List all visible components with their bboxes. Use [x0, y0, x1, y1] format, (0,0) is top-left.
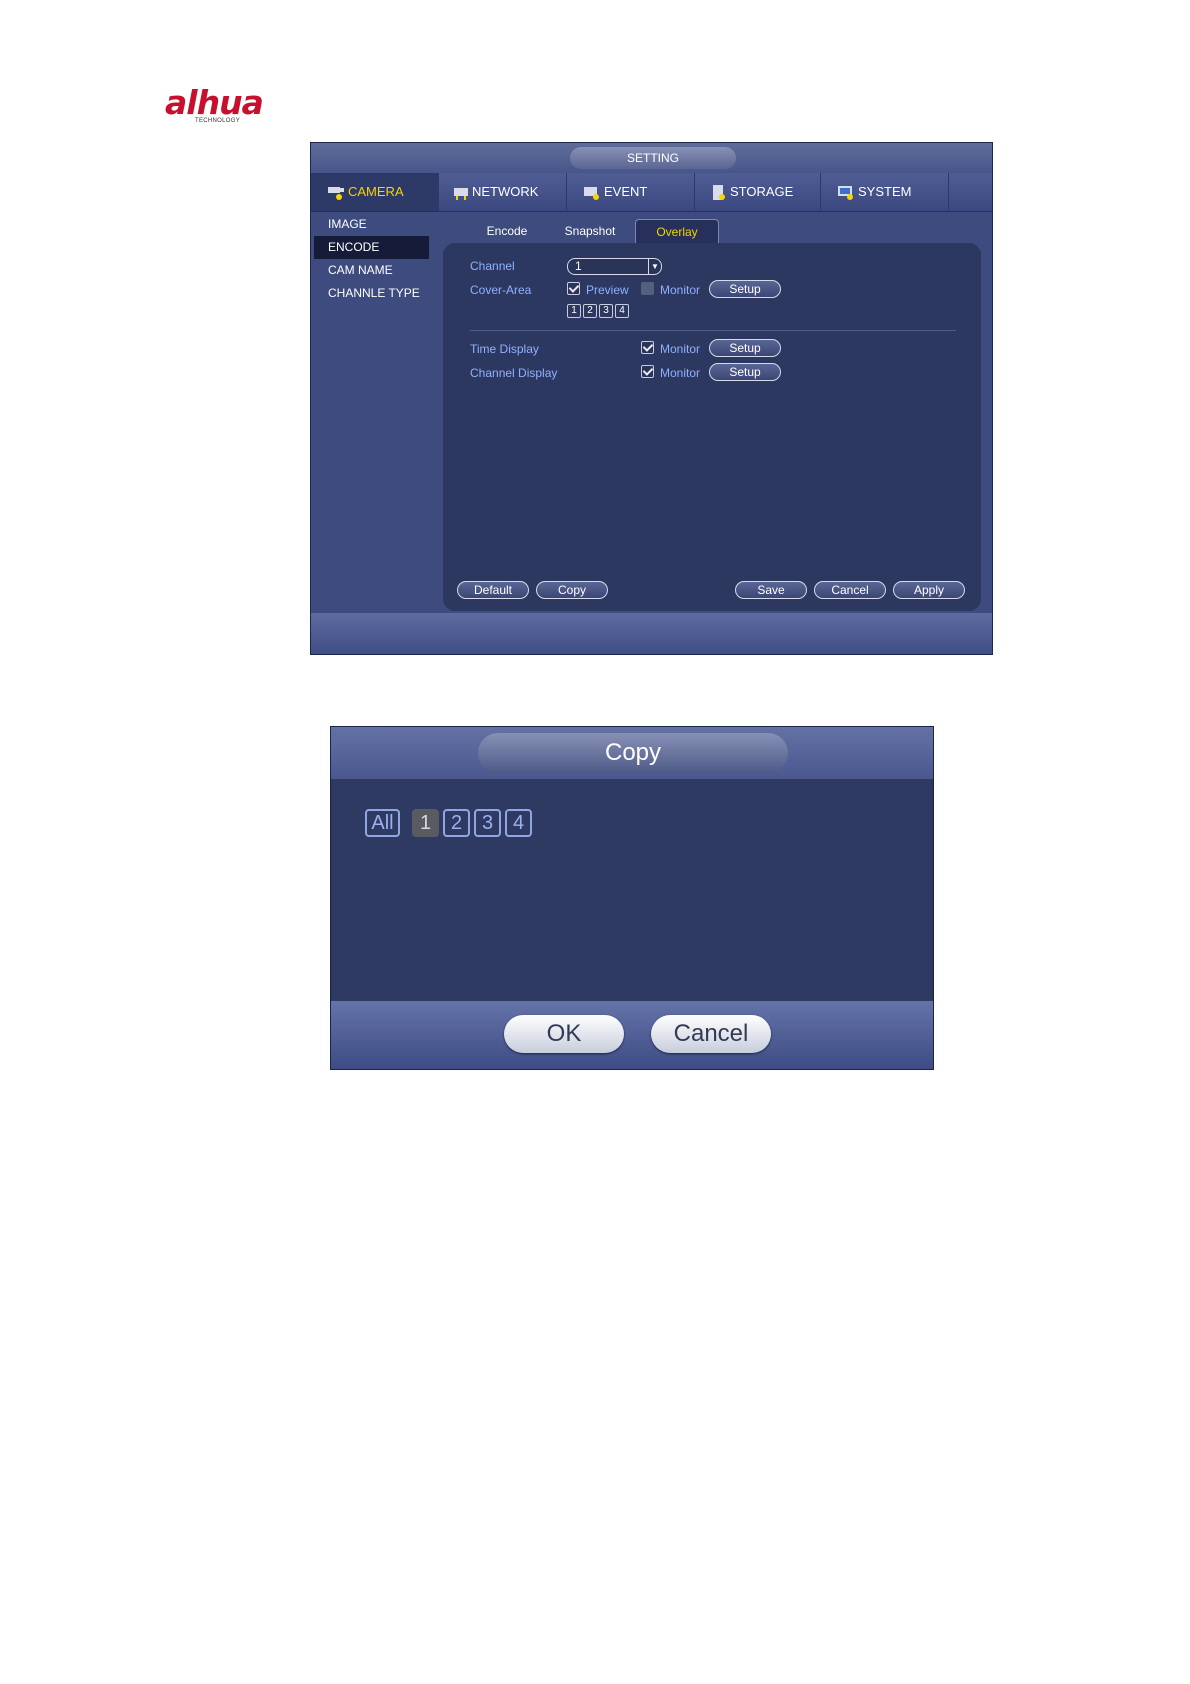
tab-storage[interactable]: STORAGE [695, 173, 821, 211]
channel-display-monitor-checkbox[interactable] [641, 365, 654, 378]
chevron-down-icon: ▼ [648, 259, 661, 274]
dialog-footer [331, 1001, 933, 1069]
channel-display-monitor-label: Monitor [660, 366, 701, 380]
tab-storage-label: STORAGE [730, 184, 794, 199]
divider [470, 330, 956, 331]
cover-area-label: Cover-Area [470, 283, 532, 297]
tab-camera-label: CAMERA [348, 184, 404, 199]
tab-camera[interactable]: CAMERA [311, 173, 439, 211]
channel-display-label: Channel Display [470, 366, 558, 380]
channel-box-1[interactable]: 1 [567, 304, 581, 318]
tab-system[interactable]: SYSTEM [821, 173, 949, 211]
preview-label: Preview [586, 283, 629, 297]
cover-monitor-checkbox[interactable] [641, 282, 654, 295]
channel-value: 1 [575, 259, 582, 273]
cancel-button[interactable]: Cancel [814, 581, 886, 599]
content-panel [443, 243, 981, 611]
time-display-label: Time Display [470, 342, 539, 356]
tab-snapshot[interactable]: Snapshot [547, 219, 633, 243]
apply-button[interactable]: Apply [893, 581, 965, 599]
system-icon [838, 185, 853, 200]
dialog-title: Copy [478, 733, 788, 773]
all-channels-checkbox[interactable]: All [365, 809, 400, 837]
title-bar: SETTING [311, 143, 992, 173]
copy-channel-4[interactable]: 4 [505, 809, 532, 837]
channel-select[interactable]: 1 ▼ [567, 258, 662, 275]
sidebar-item-image[interactable]: IMAGE [314, 213, 429, 236]
dialog-title-bar: Copy [331, 727, 933, 779]
time-display-setup-button[interactable]: Setup [709, 339, 781, 357]
cover-area-setup-button[interactable]: Setup [709, 280, 781, 298]
storage-icon [713, 184, 725, 200]
channel-label: Channel [470, 259, 515, 273]
logo-text: alhua [165, 83, 264, 122]
camera-icon [328, 186, 344, 200]
default-button[interactable]: Default [457, 581, 529, 599]
time-display-monitor-checkbox[interactable] [641, 341, 654, 354]
tab-encode[interactable]: Encode [471, 219, 543, 243]
window-title: SETTING [570, 147, 736, 169]
cover-monitor-label: Monitor [660, 283, 701, 297]
copy-channel-3[interactable]: 3 [474, 809, 501, 837]
main-nav: CAMERA NETWORK EVENT STORAGE SYSTEM [311, 173, 992, 212]
sidebar-item-channel-type[interactable]: CHANNLE TYPE [314, 282, 429, 305]
dialog-cancel-button[interactable]: Cancel [651, 1015, 771, 1053]
sidebar-item-encode[interactable]: ENCODE [314, 236, 429, 259]
dahua-logo: alhua TECHNOLOGY [165, 83, 285, 125]
ok-button[interactable]: OK [504, 1015, 624, 1053]
copy-button[interactable]: Copy [536, 581, 608, 599]
tab-event-label: EVENT [604, 184, 648, 199]
save-button[interactable]: Save [735, 581, 807, 599]
channel-box-2[interactable]: 2 [583, 304, 597, 318]
tab-network-label: NETWORK [472, 184, 539, 199]
copy-channel-1[interactable]: 1 [412, 809, 439, 837]
window-footer [311, 613, 992, 654]
channel-box-3[interactable]: 3 [599, 304, 613, 318]
channel-display-setup-button[interactable]: Setup [709, 363, 781, 381]
tab-network[interactable]: NETWORK [439, 173, 567, 211]
preview-checkbox[interactable] [567, 282, 580, 295]
sidebar: IMAGE ENCODE CAM NAME CHANNLE TYPE [314, 213, 429, 305]
copy-dialog: Copy All 1 2 3 4 OK Cancel [330, 726, 934, 1070]
tab-overlay[interactable]: Overlay [635, 219, 719, 243]
setting-window: SETTING CAMERA NETWORK EVENT STORAGE SYS… [310, 142, 993, 655]
time-display-monitor-label: Monitor [660, 342, 701, 356]
copy-channel-2[interactable]: 2 [443, 809, 470, 837]
logo-subtext: TECHNOLOGY [195, 118, 241, 124]
event-icon [584, 186, 599, 200]
tab-event[interactable]: EVENT [567, 173, 695, 211]
tab-system-label: SYSTEM [858, 184, 912, 199]
sidebar-item-cam-name[interactable]: CAM NAME [314, 259, 429, 282]
channel-box-4[interactable]: 4 [615, 304, 629, 318]
network-icon [454, 187, 468, 200]
